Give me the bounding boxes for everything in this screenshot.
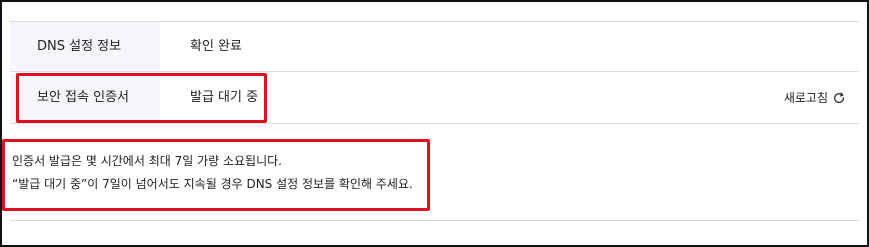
dns-label-cell: DNS 설정 정보 [10,22,160,71]
ssl-label-cell: 보안 접속 인증서 [10,73,160,123]
ssl-certificate-row: 보안 접속 인증서 발급 대기 중 새로고침 [10,73,859,124]
ssl-status-value: 발급 대기 중 [190,90,259,105]
bottom-divider [10,220,859,221]
refresh-icon [833,92,845,104]
refresh-button[interactable]: 새로고침 [784,89,846,107]
dns-status-value: 확인 완료 [190,39,242,54]
certificate-notice: 인증서 발급은 몇 시간에서 최대 7일 가량 소요됩니다. “발급 대기 중”… [12,150,413,196]
dns-setting-label: DNS 설정 정보 [37,39,122,54]
notice-line-2: “발급 대기 중”이 7일이 넘어서도 지속될 경우 DNS 설정 정보를 확인… [12,177,413,191]
notice-line-1: 인증서 발급은 몇 시간에서 최대 7일 가량 소요됩니다. [12,154,282,168]
refresh-label: 새로고침 [783,91,828,105]
ssl-certificate-label: 보안 접속 인증서 [37,90,129,105]
dns-setting-row: DNS 설정 정보 확인 완료 [10,22,859,72]
